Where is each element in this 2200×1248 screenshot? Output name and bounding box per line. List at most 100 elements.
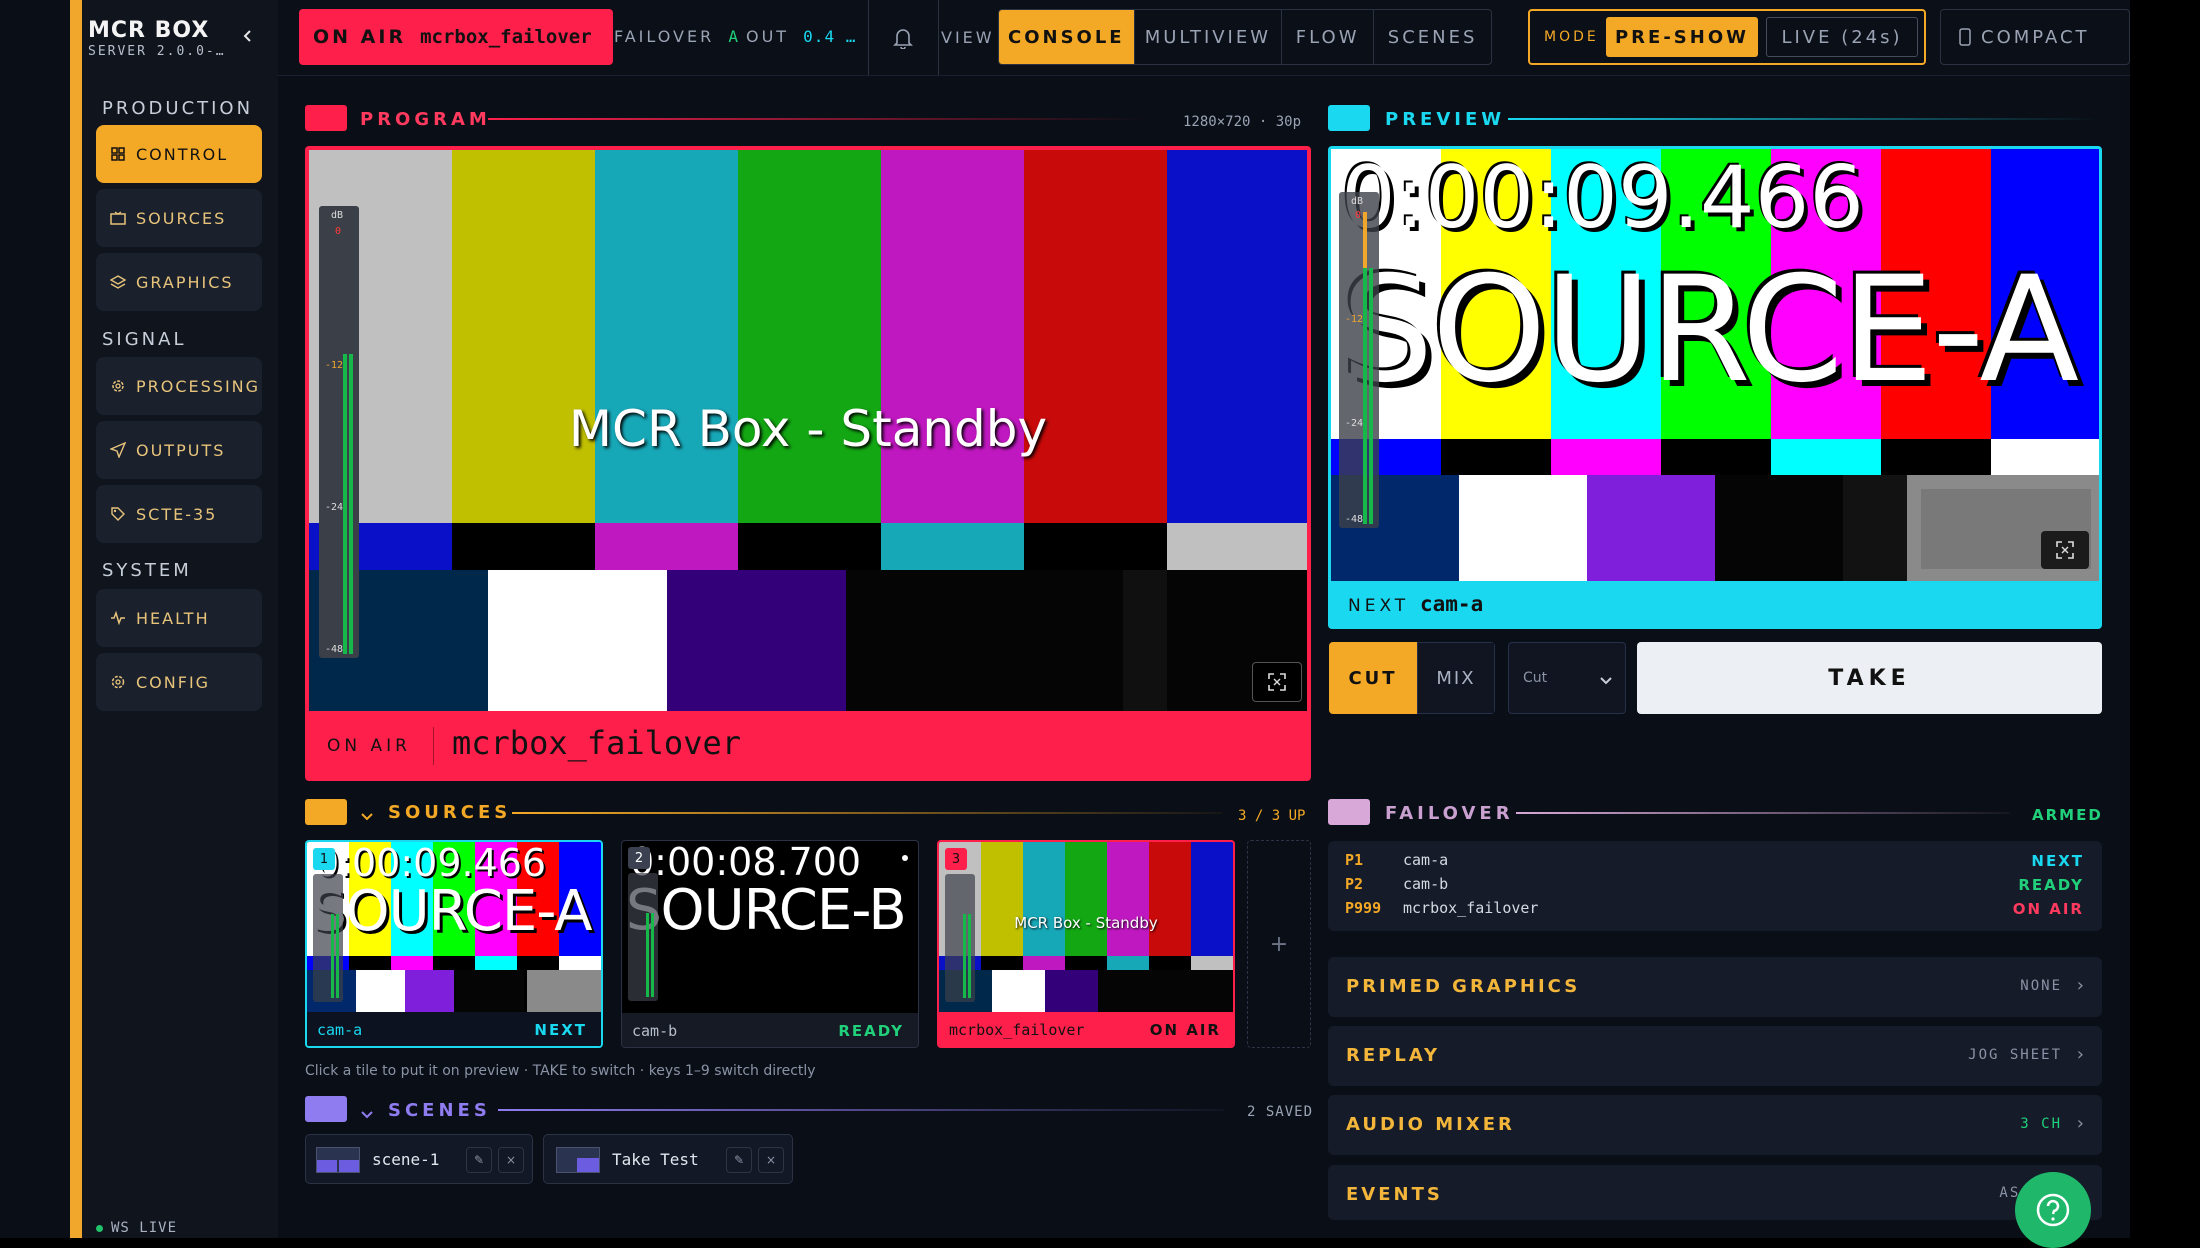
mode-label: MODE xyxy=(1544,29,1599,45)
add-source-button[interactable]: + xyxy=(1247,840,1311,1048)
failover-state: ON AIR xyxy=(2012,900,2084,918)
scene-thumbnail xyxy=(556,1147,600,1173)
preview-next-label: NEXT xyxy=(1348,596,1410,616)
chevron-right-icon: › xyxy=(2076,1113,2084,1134)
source-tile-cam-b[interactable]: 0:00:08.700 SOURCE-B 2 cam-b READY xyxy=(621,840,919,1048)
program-title: PROGRAM xyxy=(360,109,491,130)
preview-audio-meter: dB 0 -12 -24 -48 xyxy=(1339,192,1379,528)
tab-multiview[interactable]: MULTIVIEW xyxy=(1133,10,1282,64)
sidebar-item-label: OUTPUTS xyxy=(136,440,226,460)
chevron-down-icon[interactable] xyxy=(361,1104,373,1123)
mix-button[interactable]: MIX xyxy=(1417,642,1495,714)
sidebar-item-label: CONFIG xyxy=(136,672,211,692)
preview-title: PREVIEW xyxy=(1385,109,1506,130)
failover-list: P1 cam-a NEXT P2 cam-b READY P999 mcrbox… xyxy=(1328,841,2102,931)
accent-stripe xyxy=(70,0,82,1238)
fullscreen-icon[interactable] xyxy=(1252,662,1302,702)
take-button[interactable]: TAKE xyxy=(1637,642,2102,714)
meter-bar-left xyxy=(343,354,347,654)
chevron-right-icon: › xyxy=(2076,1044,2084,1065)
panel-title: REPLAY xyxy=(1346,1045,1441,1066)
scene-chip-scene-1[interactable]: scene-1 ✎ × xyxy=(305,1134,533,1184)
tv-icon xyxy=(110,210,126,226)
sidebar-item-label: HEALTH xyxy=(136,608,210,628)
sidebar-item-sources[interactable]: SOURCES xyxy=(96,189,262,247)
meter-label: -24 xyxy=(1345,418,1364,429)
sidebar-item-processing[interactable]: PROCESSING xyxy=(96,357,262,415)
edit-icon[interactable]: ✎ xyxy=(726,1147,752,1173)
replay-panel[interactable]: REPLAY JOG SHEET › xyxy=(1328,1026,2102,1086)
failover-priority: P2 xyxy=(1345,875,1364,893)
divider xyxy=(938,0,939,75)
sidebar-item-graphics[interactable]: GRAPHICS xyxy=(96,253,262,311)
transition-select[interactable]: Cut xyxy=(1508,642,1626,714)
chevron-left-icon[interactable] xyxy=(237,25,259,47)
panel-summary: 3 CH xyxy=(2020,1116,2062,1132)
source-tile-cam-a[interactable]: 0:00:09.466 SOURCE-A 1 cam-a NEXT xyxy=(305,840,603,1048)
meter-bar-left xyxy=(963,914,966,998)
compact-button[interactable]: COMPACT xyxy=(1940,9,2130,65)
bell-icon[interactable] xyxy=(886,21,920,55)
meter-label: -48 xyxy=(325,644,344,655)
events-panel[interactable]: EVENTS AS-RUN xyxy=(1328,1165,2102,1220)
brand-subtitle: SERVER 2.0.0-… xyxy=(88,44,226,59)
tab-console[interactable]: CONSOLE xyxy=(999,10,1134,64)
sources-hint: Click a tile to put it on preview · TAKE… xyxy=(305,1063,816,1079)
program-source-name: mcrbox_failover xyxy=(452,724,741,762)
audio-mixer-panel[interactable]: AUDIO MIXER 3 CH › xyxy=(1328,1095,2102,1155)
close-icon[interactable]: × xyxy=(498,1147,524,1173)
meter-bar-peak xyxy=(1363,212,1367,268)
scenes-tab-marker xyxy=(305,1096,347,1122)
gear-icon xyxy=(110,674,126,690)
section-label-production: PRODUCTION xyxy=(102,98,254,119)
tile-index-badge: 1 xyxy=(313,848,335,870)
sidebar-item-config[interactable]: CONFIG xyxy=(96,653,262,711)
tile-source-text: SOURCE-A xyxy=(311,879,593,944)
scene-chip-take-test[interactable]: Take Test ✎ × xyxy=(543,1134,793,1184)
failover-state: NEXT xyxy=(2031,852,2084,870)
sidebar-item-label: CONTROL xyxy=(136,144,229,164)
tile-audio-meter xyxy=(628,873,658,1001)
cut-button[interactable]: CUT xyxy=(1329,642,1417,714)
tile-status: READY xyxy=(838,1022,904,1040)
view-label: VIEW xyxy=(941,28,995,47)
scenes-header-line xyxy=(498,1109,1224,1111)
meter-label: 0 xyxy=(335,226,342,237)
sidebar-item-control[interactable]: CONTROL xyxy=(96,125,262,183)
edit-icon[interactable]: ✎ xyxy=(466,1147,492,1173)
mode-preshow-button[interactable]: PRE-SHOW xyxy=(1606,17,1758,57)
sidebar-item-health[interactable]: HEALTH xyxy=(96,589,262,647)
tab-flow[interactable]: FLOW xyxy=(1281,10,1373,64)
panel-summary: JOG SHEET xyxy=(1968,1047,2062,1063)
program-video: MCR Box - Standby dB 0 -12 -24 -48 xyxy=(309,150,1307,711)
status-dot xyxy=(96,1224,103,1232)
sidebar-item-label: PROCESSING xyxy=(136,376,261,396)
tab-scenes[interactable]: SCENES xyxy=(1373,10,1491,64)
mode-live-button[interactable]: LIVE (24s) xyxy=(1766,17,1918,57)
sidebar-item-outputs[interactable]: OUTPUTS xyxy=(96,421,262,479)
failover-status: FAILOVER A xyxy=(614,27,741,46)
send-icon xyxy=(110,442,126,458)
help-icon[interactable] xyxy=(2015,1172,2091,1248)
meter-label: dB xyxy=(331,210,344,221)
tile-index-badge: 3 xyxy=(945,848,967,870)
view-switcher: CONSOLE MULTIVIEW FLOW SCENES xyxy=(998,9,1492,65)
failover-title: FAILOVER xyxy=(1385,803,1514,824)
sidebar: MCR BOX SERVER 2.0.0-… PRODUCTION CONTRO… xyxy=(82,0,278,1238)
tile-timecode: 0:00:08.700 xyxy=(630,840,862,884)
source-tile-mcrbox-failover[interactable]: MCR Box - Standby 3 mcrbox_failover ON A… xyxy=(937,840,1235,1048)
sidebar-item-scte35[interactable]: SCTE-35 xyxy=(96,485,262,543)
tag-icon xyxy=(110,506,126,522)
fullscreen-icon[interactable] xyxy=(2041,531,2089,569)
transition-select-value: Cut xyxy=(1523,670,1548,686)
grid-icon xyxy=(110,146,126,162)
sources-header-line xyxy=(512,812,1222,814)
sources-title: SOURCES xyxy=(388,802,512,823)
meter-bar-left xyxy=(1363,268,1367,524)
pulse-icon xyxy=(110,610,126,626)
chevron-down-icon[interactable] xyxy=(361,806,373,825)
primed-graphics-panel[interactable]: PRIMED GRAPHICS NONE › xyxy=(1328,957,2102,1017)
sidebar-item-label: SCTE-35 xyxy=(136,504,218,524)
app-window: MCR BOX SERVER 2.0.0-… PRODUCTION CONTRO… xyxy=(0,0,2130,1248)
close-icon[interactable]: × xyxy=(758,1147,784,1173)
